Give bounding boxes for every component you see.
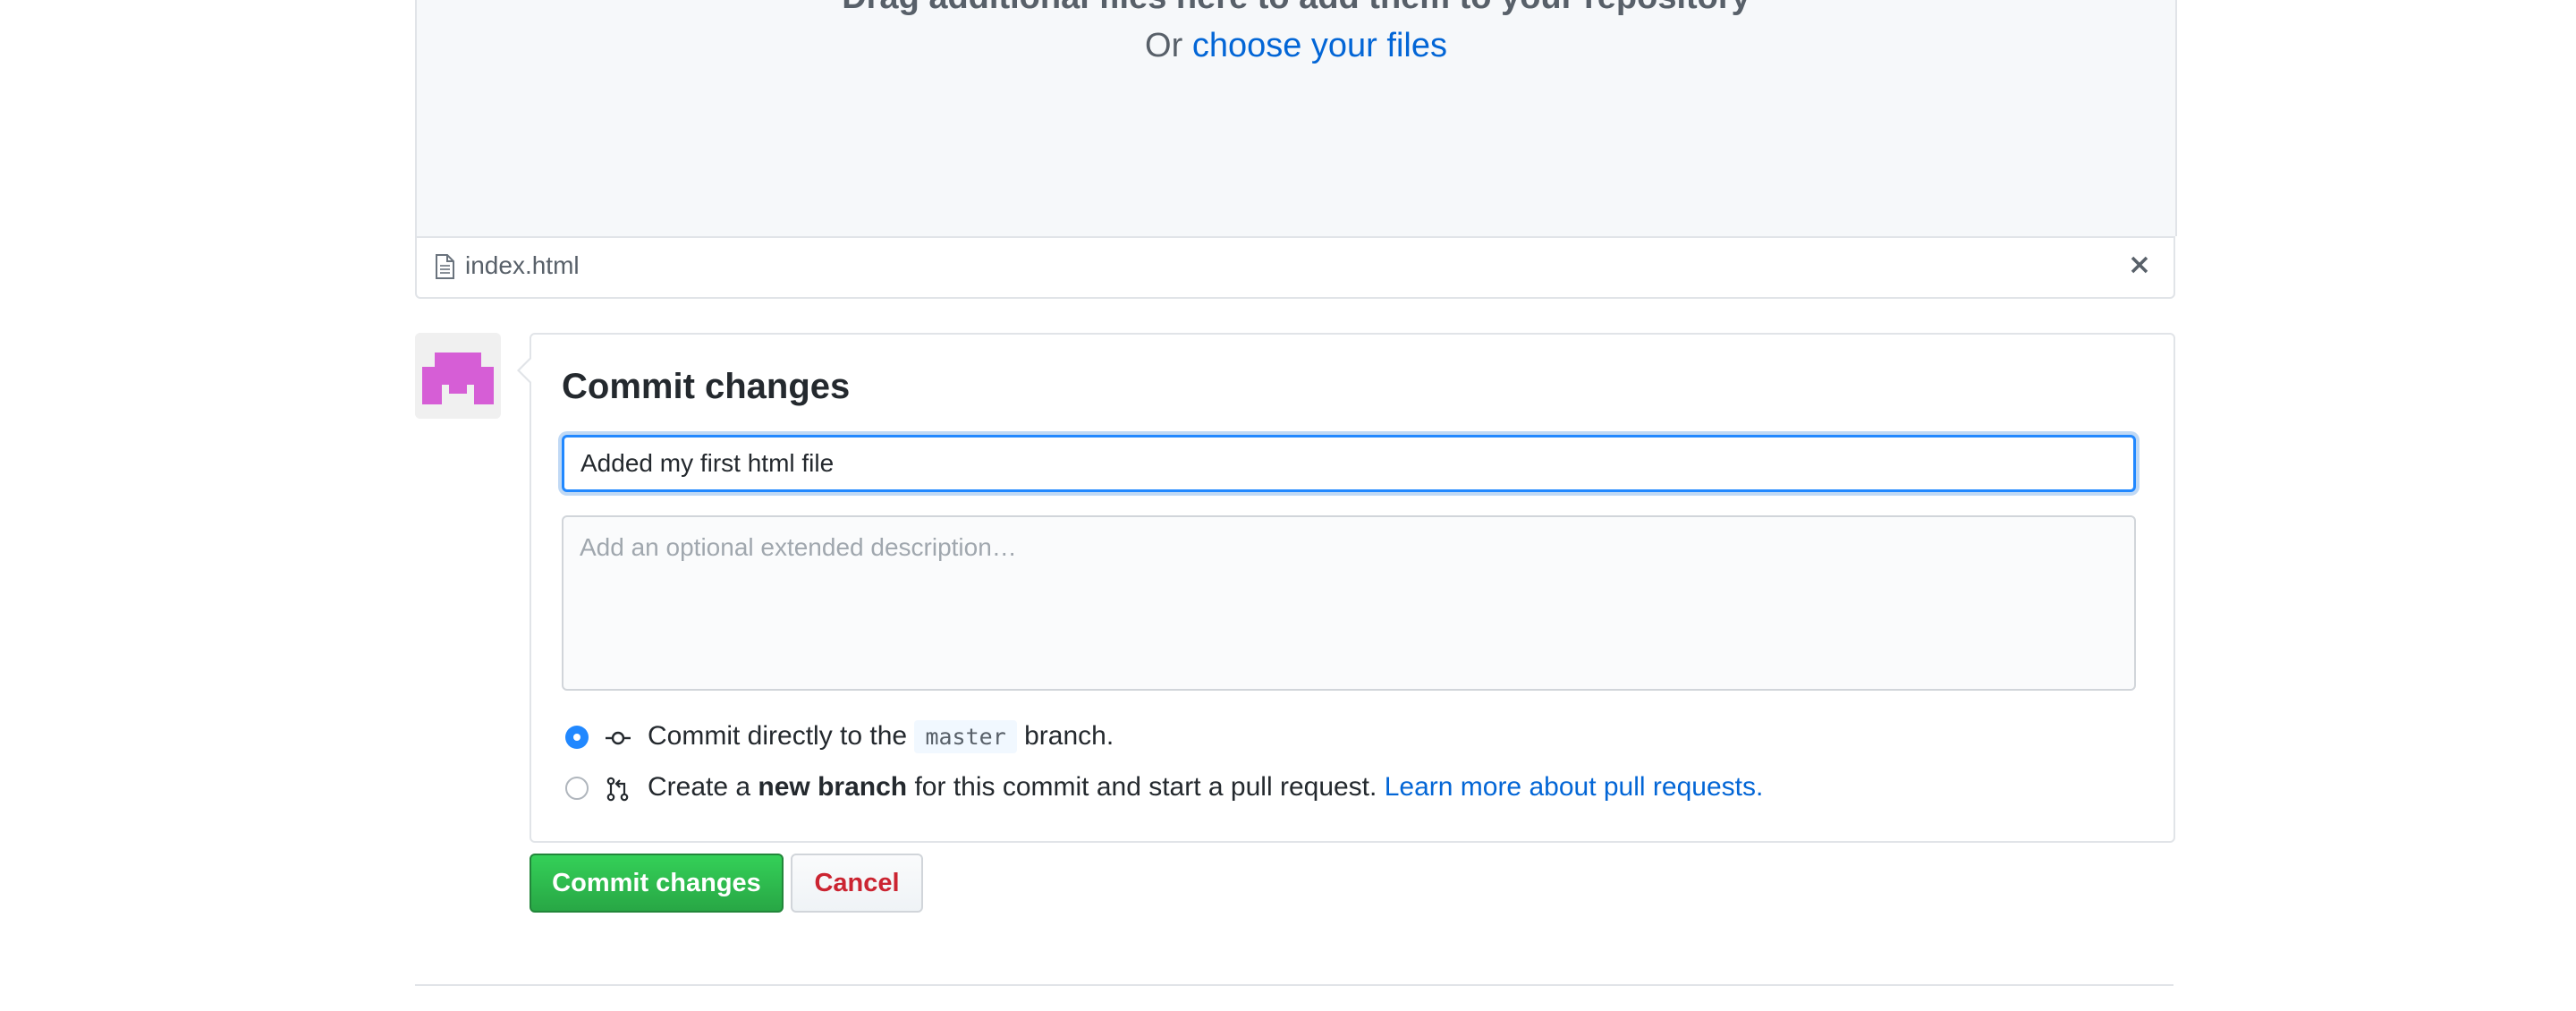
commit-direct-text: Commit directly to the	[648, 721, 908, 751]
git-commit-icon	[606, 731, 631, 745]
uploaded-file-row: index.html	[415, 236, 2175, 299]
upload-page: Drag additional files here to add them t…	[415, 0, 2177, 1011]
commit-form-title: Commit changes	[562, 367, 851, 406]
learn-more-pull-requests-link[interactable]: Learn more about pull requests.	[1385, 772, 1764, 802]
identicon-avatar	[415, 333, 501, 419]
file-icon	[436, 254, 454, 279]
commit-description-textarea[interactable]	[562, 515, 2136, 691]
git-pull-request-icon	[606, 777, 629, 802]
cancel-button[interactable]: Cancel	[791, 854, 923, 913]
commit-direct-label: Commit directly to the master branch.	[648, 720, 1114, 753]
divider	[415, 984, 2174, 986]
commit-summary-input[interactable]	[562, 435, 2136, 492]
file-name: index.html	[465, 251, 580, 279]
commit-direct-text-after: branch.	[1024, 721, 1114, 751]
or-text: Or	[1145, 27, 1183, 64]
new-branch-text-after: for this commit and start a pull request…	[914, 772, 1377, 802]
drop-zone-or: Or choose your files	[417, 27, 2175, 65]
branch-name: master	[914, 720, 1017, 753]
drop-zone-heading: Drag additional files here to add them t…	[417, 0, 2175, 17]
commit-form: Commit changes Commit directly to the ma…	[517, 333, 2175, 843]
commit-changes-button[interactable]: Commit changes	[530, 854, 784, 913]
new-branch-label: Create a new branch for this commit and …	[648, 772, 1763, 803]
close-icon[interactable]	[2123, 249, 2156, 281]
new-branch-text: Create a	[648, 772, 751, 802]
commit-direct-radio[interactable]	[565, 726, 589, 749]
file-drop-zone[interactable]: Drag additional files here to add them t…	[415, 0, 2177, 236]
avatar[interactable]	[415, 333, 501, 419]
choose-files-link[interactable]: choose your files	[1192, 27, 1447, 64]
new-branch-bold: new branch	[758, 772, 908, 802]
commit-direct-option[interactable]: Commit directly to the master branch.	[562, 719, 2154, 755]
new-branch-option[interactable]: Create a new branch for this commit and …	[562, 770, 2154, 806]
new-branch-radio[interactable]	[565, 777, 589, 800]
